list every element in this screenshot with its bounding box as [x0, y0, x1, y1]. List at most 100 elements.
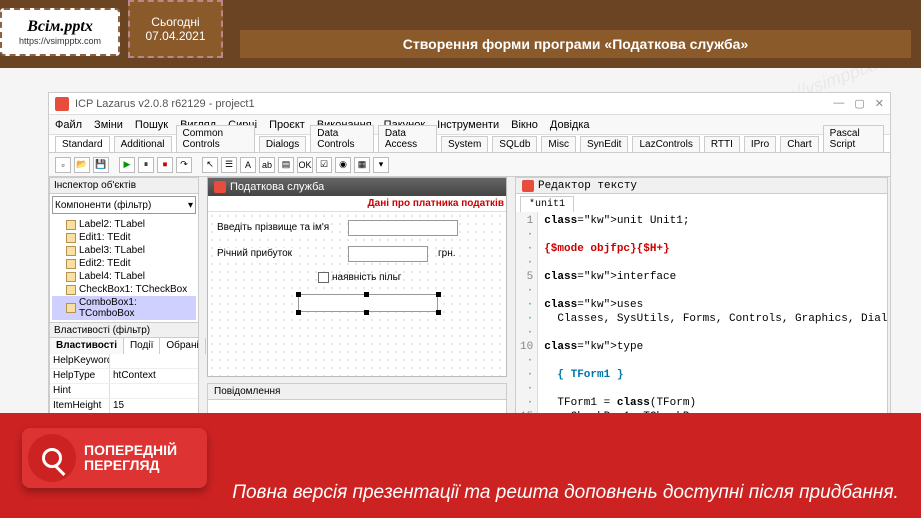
tab-dataaccess[interactable]: Data Access [378, 125, 437, 152]
tab-additional[interactable]: Additional [114, 136, 172, 152]
checkbox-benefits[interactable]: наявність пільг [318, 272, 401, 283]
component-listbox-icon[interactable]: ▦ [354, 157, 370, 173]
tree-item[interactable]: CheckBox1: TCheckBox [52, 283, 196, 296]
tab-properties[interactable]: Властивості [50, 338, 124, 354]
editor-tab[interactable]: *unit1 [520, 196, 574, 212]
minimize-button[interactable]: — [833, 97, 844, 110]
prop-value[interactable]: htContext [110, 369, 198, 383]
tree-item-selected[interactable]: ComboBox1: TComboBox [52, 296, 196, 320]
tab-ipro[interactable]: IPro [744, 136, 776, 152]
today-label: Сьогодні [151, 15, 199, 29]
tree-item[interactable]: Edit1: TEdit [52, 231, 196, 244]
label-income[interactable]: Річний прибуток [216, 248, 293, 259]
menu-search[interactable]: Пошук [135, 119, 168, 131]
component-checkbox-icon[interactable]: ☑ [316, 157, 332, 173]
tree-item[interactable]: Label4: TLabel [52, 270, 196, 283]
menu-edit[interactable]: Зміни [94, 119, 123, 131]
component-icon [66, 246, 76, 256]
edit-income[interactable] [348, 246, 428, 262]
palette-tabs: Standard Additional Common Controls Dial… [49, 135, 890, 153]
date-tag: Сьогодні 07.04.2021 [128, 0, 223, 58]
tree-item[interactable]: Edit2: TEdit [52, 257, 196, 270]
toolbar-stop-icon[interactable]: ⏹ [157, 157, 173, 173]
prop-name: HelpType [50, 369, 110, 383]
tab-dialogs[interactable]: Dialogs [259, 136, 306, 152]
prop-value[interactable]: 15 [110, 399, 198, 413]
tab-sqldb[interactable]: SQLdb [492, 136, 537, 152]
menu-file[interactable]: Файл [55, 119, 82, 131]
tab-standard[interactable]: Standard [55, 136, 110, 152]
toolbar-new-icon[interactable]: ▫ [55, 157, 71, 173]
editor-icon [522, 180, 534, 192]
logo-url: https://vsimpptx.com [19, 36, 101, 46]
menu-tools[interactable]: Інструменти [437, 119, 499, 131]
component-edit-icon[interactable]: ab [259, 157, 275, 173]
component-label-icon[interactable]: A [240, 157, 256, 173]
tab-system[interactable]: System [441, 136, 488, 152]
form-designer[interactable]: Податкова служба Дані про платника подат… [207, 177, 507, 377]
tree-item[interactable]: Label2: TLabel [52, 218, 196, 231]
component-memo-icon[interactable]: ▤ [278, 157, 294, 173]
tab-misc[interactable]: Misc [541, 136, 576, 152]
component-icon [66, 233, 76, 243]
tab-pascalscript[interactable]: Pascal Script [823, 125, 884, 152]
tab-chart[interactable]: Chart [780, 136, 818, 152]
ide-toolbar: ▫ 📂 💾 ▶ ⏸ ⏹ ↷ ↖ ☰ A ab ▤ OK ☑ ◉ ▦ ▾ [49, 153, 890, 177]
property-row[interactable]: HelpTypehtContext [50, 369, 198, 384]
toolbar-save-icon[interactable]: 💾 [93, 157, 109, 173]
toolbar-step-icon[interactable]: ↷ [176, 157, 192, 173]
form-body[interactable]: Введіть прізвище та ім'я Річний прибуток… [208, 212, 506, 376]
checkbox-icon[interactable] [318, 272, 329, 283]
selection-handle[interactable] [296, 310, 301, 315]
tab-datacontrols[interactable]: Data Controls [310, 125, 374, 152]
component-icon [66, 285, 76, 295]
selection-handle[interactable] [436, 310, 441, 315]
component-button-icon[interactable]: OK [297, 157, 313, 173]
toolbar-run-icon[interactable]: ▶ [119, 157, 135, 173]
component-pointer-icon[interactable]: ↖ [202, 157, 218, 173]
component-menu-icon[interactable]: ☰ [221, 157, 237, 173]
component-combo-icon[interactable]: ▾ [373, 157, 389, 173]
selection-handle[interactable] [364, 310, 369, 315]
label-surname[interactable]: Введіть прізвище та ім'я [216, 222, 330, 233]
label-currency: грн. [438, 248, 456, 259]
toolbar-pause-icon[interactable]: ⏸ [138, 157, 154, 173]
selection-handle[interactable] [364, 292, 369, 297]
menu-help[interactable]: Довідка [550, 119, 590, 131]
tab-synedit[interactable]: SynEdit [580, 136, 628, 152]
close-button[interactable]: ✕ [875, 97, 884, 110]
form-titlebar[interactable]: Податкова служба [208, 178, 506, 196]
tab-lazcontrols[interactable]: LazControls [632, 136, 699, 152]
menu-project[interactable]: Проєкт [269, 119, 305, 131]
magnify-icon [28, 434, 76, 482]
selection-handle[interactable] [436, 292, 441, 297]
prop-value[interactable] [110, 354, 198, 368]
editor-title: Редактор тексту [516, 178, 887, 194]
form-header-label: Дані про платника податків [208, 196, 506, 212]
selection-handle[interactable] [296, 292, 301, 297]
property-row[interactable]: ItemHeight15 [50, 399, 198, 414]
maximize-button[interactable]: ▢ [854, 97, 864, 110]
prop-name: HelpKeyword [50, 354, 110, 368]
prop-value[interactable] [110, 384, 198, 398]
component-radio-icon[interactable]: ◉ [335, 157, 351, 173]
component-icon [66, 220, 76, 230]
inspector-title: Інспектор об'єктів [50, 178, 198, 194]
preview-button[interactable]: ПОПЕРЕДНІЙ ПЕРЕГЛЯД [22, 428, 207, 488]
component-icon [66, 272, 76, 282]
ide-titlebar[interactable]: ICP Lazarus v2.0.8 r62129 - project1 — ▢… [49, 93, 890, 115]
property-row[interactable]: Hint [50, 384, 198, 399]
toolbar-open-icon[interactable]: 📂 [74, 157, 90, 173]
property-row[interactable]: HelpKeyword [50, 354, 198, 369]
tab-favorites[interactable]: Обрані [160, 338, 205, 354]
prop-name: Hint [50, 384, 110, 398]
tab-rtti[interactable]: RTTI [704, 136, 740, 152]
tab-events[interactable]: Події [124, 338, 160, 354]
prop-name: ItemHeight [50, 399, 110, 413]
tree-item[interactable]: Label3: TLabel [52, 244, 196, 257]
menu-window[interactable]: Вікно [511, 119, 538, 131]
component-filter[interactable]: Компоненти (фільтр) ▾ [52, 196, 196, 214]
edit-surname[interactable] [348, 220, 458, 236]
properties-filter[interactable]: Властивості (фільтр) [50, 322, 198, 338]
tab-common[interactable]: Common Controls [176, 125, 255, 152]
